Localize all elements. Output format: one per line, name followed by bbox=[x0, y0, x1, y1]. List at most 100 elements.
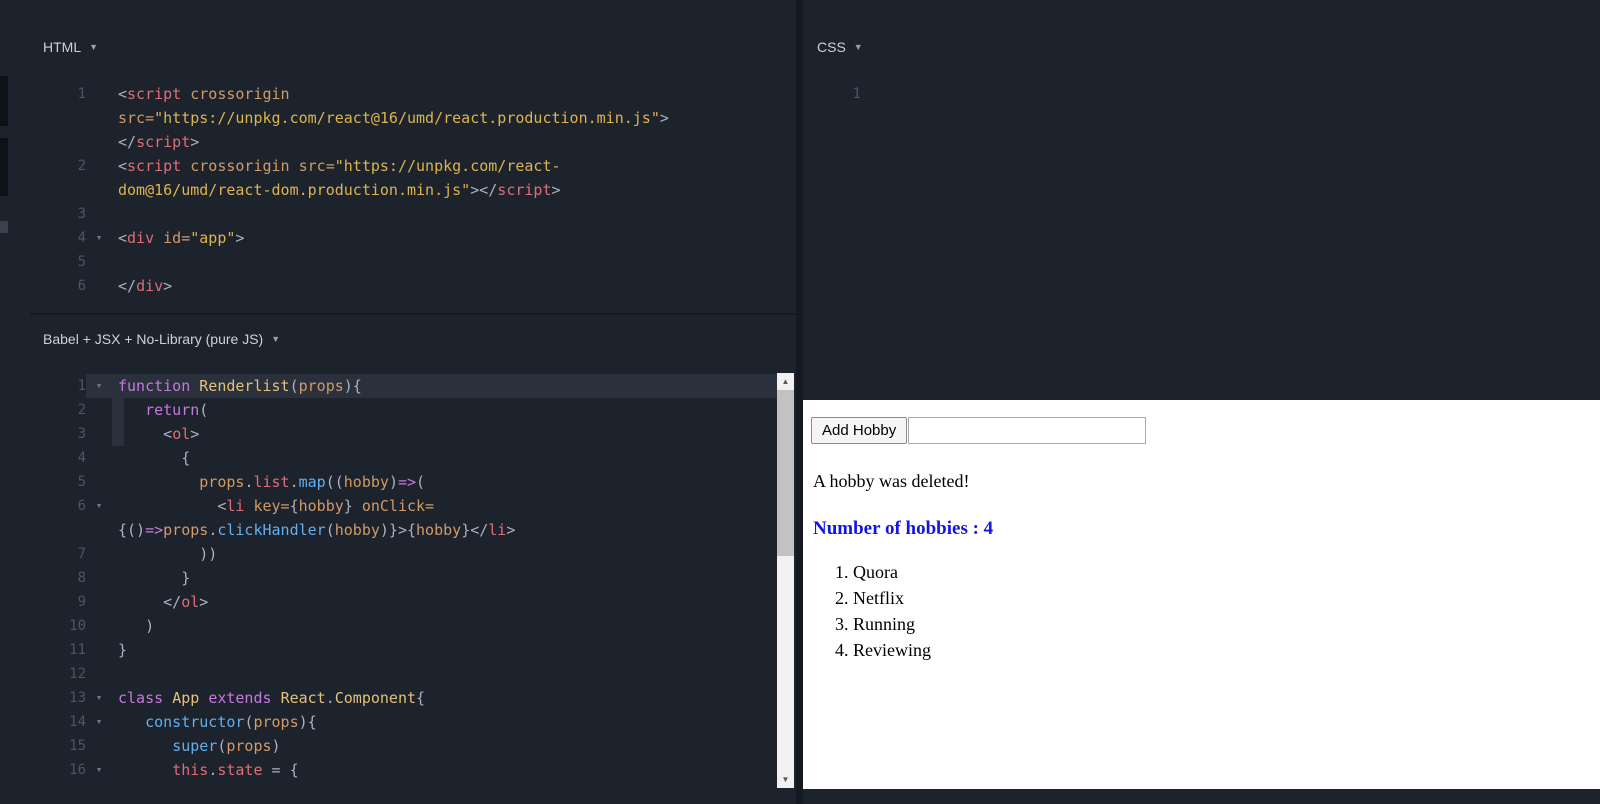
line-number: 1 bbox=[77, 86, 86, 102]
code-line[interactable]: 6 ▾ <li key={hobby} onClick= bbox=[30, 494, 777, 518]
scroll-down-icon[interactable]: ▼ bbox=[777, 771, 794, 788]
add-hobby-button[interactable]: Add Hobby bbox=[811, 417, 908, 444]
code-line[interactable]: {()=>props.clickHandler(hobby)}>{hobby}<… bbox=[30, 518, 777, 542]
code-token: "https://unpkg.com/react@16/umd/react.pr… bbox=[154, 109, 660, 127]
hobby-list: QuoraNetflixRunningReviewing bbox=[813, 562, 1600, 666]
code-text: )) bbox=[112, 542, 777, 566]
fold-arrow-icon[interactable]: ▾ bbox=[86, 710, 112, 734]
code-line[interactable]: 3 <ol> bbox=[30, 422, 777, 446]
js-panel-header[interactable]: Babel + JSX + No-Library (pure JS) ▼ bbox=[43, 331, 280, 347]
code-line[interactable]: 6 </div> bbox=[30, 274, 796, 298]
code-token: } bbox=[118, 569, 191, 587]
code-line[interactable]: 9 </ol> bbox=[30, 590, 777, 614]
code-line[interactable]: 12 bbox=[30, 662, 777, 686]
code-token: props bbox=[163, 521, 209, 539]
code-line[interactable]: 14 ▾ constructor(props){ bbox=[30, 710, 777, 734]
code-token: function bbox=[118, 377, 191, 395]
code-line[interactable]: 16 ▾ this.state = { bbox=[30, 758, 777, 782]
line-number: 2 bbox=[77, 158, 86, 174]
code-token: "https://unpkg.com/react- bbox=[334, 157, 561, 175]
code-line[interactable]: </script> bbox=[30, 130, 796, 154]
code-line[interactable]: 11} bbox=[30, 638, 777, 662]
js-editor-scrollbar[interactable]: ▲ ▼ bbox=[777, 373, 794, 788]
code-token: ol bbox=[172, 425, 191, 443]
code-line[interactable]: 13 ▾ class App extends React.Component{ bbox=[30, 686, 777, 710]
fold-gutter bbox=[86, 590, 112, 614]
fold-gutter bbox=[861, 82, 887, 106]
fold-arrow-icon[interactable]: ▾ bbox=[86, 686, 112, 710]
fold-arrow-icon[interactable]: ▾ bbox=[86, 758, 112, 782]
scroll-up-icon[interactable]: ▲ bbox=[777, 373, 794, 390]
code-token: extends bbox=[208, 689, 272, 707]
code-line[interactable]: dom@16/umd/react-dom.production.min.js">… bbox=[30, 178, 796, 202]
code-line[interactable]: 4 ▾ <div id="app"> bbox=[30, 226, 796, 250]
code-text: </ol> bbox=[112, 590, 777, 614]
code-token: class bbox=[118, 689, 164, 707]
chevron-down-icon[interactable]: ▼ bbox=[271, 334, 280, 344]
code-token: state bbox=[217, 761, 263, 779]
code-line[interactable]: 8 } bbox=[30, 566, 777, 590]
line-number: 7 bbox=[77, 546, 86, 562]
fold-gutter bbox=[86, 274, 112, 298]
code-line[interactable]: 2 return( bbox=[30, 398, 777, 422]
fold-arrow-icon[interactable]: ▾ bbox=[86, 494, 112, 518]
css-panel-header[interactable]: CSS ▼ bbox=[817, 39, 863, 55]
code-line[interactable]: 15 super(props) bbox=[30, 734, 777, 758]
code-token: clickHandler bbox=[217, 521, 326, 539]
code-token: ) bbox=[118, 617, 155, 635]
chevron-down-icon[interactable]: ▼ bbox=[854, 42, 863, 52]
code-line[interactable]: 4 { bbox=[30, 446, 777, 470]
panel-divider-vertical[interactable] bbox=[796, 0, 803, 804]
code-line[interactable]: 1 bbox=[805, 82, 1505, 106]
line-number: 11 bbox=[69, 642, 86, 658]
html-code-editor[interactable]: 1 <script crossorigin src="https://unpkg.c… bbox=[30, 82, 796, 298]
line-number: 1 bbox=[852, 86, 861, 102]
code-line[interactable]: 10 ) bbox=[30, 614, 777, 638]
code-line[interactable]: 1 <script crossorigin bbox=[30, 82, 796, 106]
code-token: ></ bbox=[470, 181, 498, 199]
fold-arrow-icon[interactable]: ▾ bbox=[86, 374, 112, 398]
code-text: { bbox=[112, 446, 777, 470]
code-token: => bbox=[145, 521, 164, 539]
result-panel: Add Hobby A hobby was deleted! Number of… bbox=[803, 400, 1600, 789]
hobby-item[interactable]: Netflix bbox=[853, 588, 1600, 614]
code-text: ) bbox=[112, 614, 777, 638]
fold-arrow-icon[interactable]: ▾ bbox=[86, 226, 112, 250]
code-token: . bbox=[208, 521, 218, 539]
code-token: hobby bbox=[334, 521, 380, 539]
js-code-editor[interactable]: 1 ▾ function Renderlist(props){2 return(3 … bbox=[30, 374, 777, 782]
code-line[interactable]: 5 bbox=[30, 250, 796, 274]
scrollbar-thumb[interactable] bbox=[777, 390, 794, 556]
code-token: Component bbox=[334, 689, 417, 707]
hobby-input[interactable] bbox=[908, 417, 1147, 444]
code-token: src= bbox=[298, 157, 335, 175]
code-token: (( bbox=[325, 473, 344, 491]
code-line[interactable]: 7 )) bbox=[30, 542, 777, 566]
code-line[interactable]: 1 ▾ function Renderlist(props){ bbox=[30, 374, 777, 398]
hobby-item[interactable]: Reviewing bbox=[853, 640, 1600, 666]
panel-divider-horizontal[interactable] bbox=[30, 313, 796, 315]
code-token: script bbox=[497, 181, 552, 199]
code-line[interactable]: 5 props.list.map((hobby)=>( bbox=[30, 470, 777, 494]
code-token: map bbox=[298, 473, 326, 491]
code-token: script bbox=[127, 85, 182, 103]
code-line[interactable]: 2 <script crossorigin src="https://unpkg.… bbox=[30, 154, 796, 178]
chevron-down-icon[interactable]: ▼ bbox=[89, 42, 98, 52]
code-line[interactable]: src="https://unpkg.com/react@16/umd/reac… bbox=[30, 106, 796, 130]
html-panel-header[interactable]: HTML ▼ bbox=[43, 39, 98, 55]
fold-gutter bbox=[86, 638, 112, 662]
hobby-item[interactable]: Running bbox=[853, 614, 1600, 640]
code-line[interactable]: 3 bbox=[30, 202, 796, 226]
line-number: 15 bbox=[69, 738, 86, 754]
css-code-editor[interactable]: 1 bbox=[805, 82, 1505, 106]
html-panel-title: HTML bbox=[43, 39, 82, 55]
code-token: return bbox=[145, 401, 200, 419]
line-number: 3 bbox=[77, 206, 86, 222]
line-number: 1 bbox=[77, 378, 86, 394]
hobby-item[interactable]: Quora bbox=[853, 562, 1600, 588]
